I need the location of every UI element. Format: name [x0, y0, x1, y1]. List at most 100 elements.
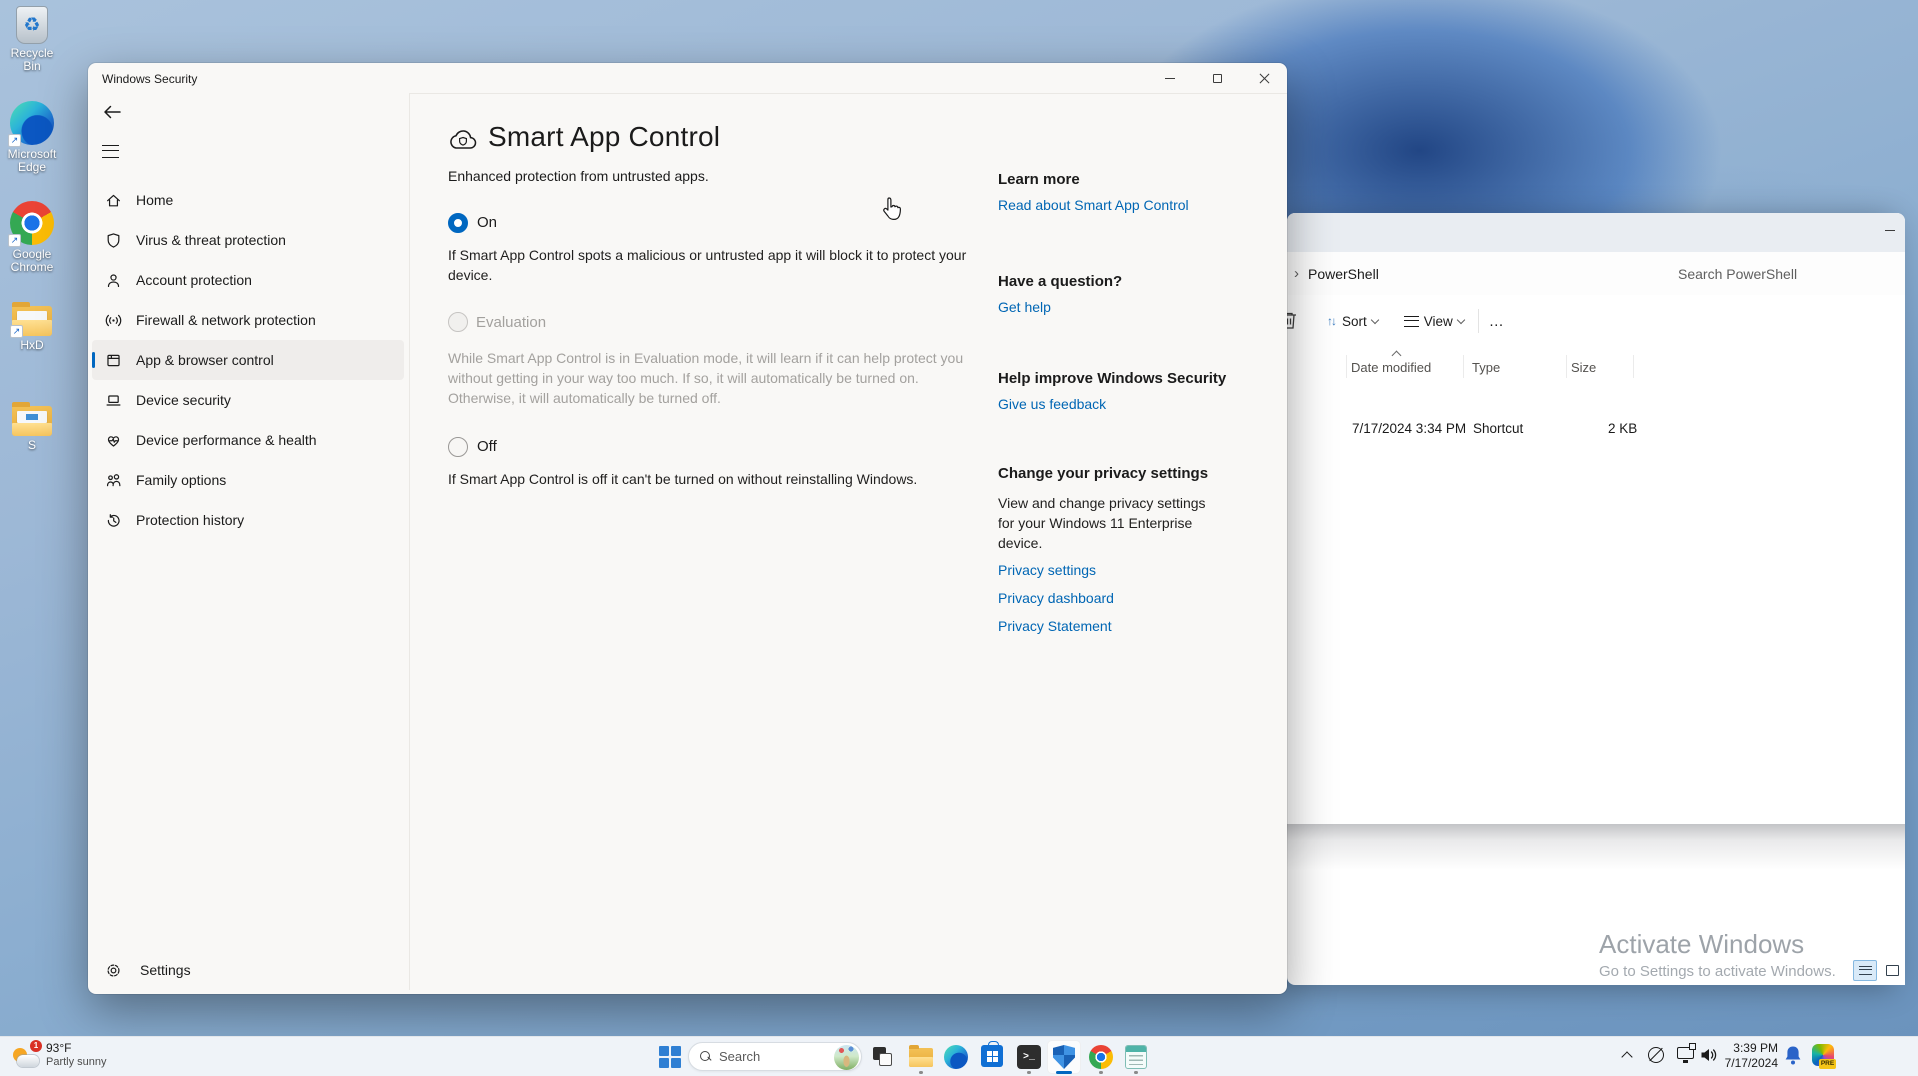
sidebar-item-family-options[interactable]: Family options: [92, 460, 404, 500]
terminal-icon: >_: [1023, 1052, 1035, 1063]
windows-security-window: Windows Security Home Virus & threat pro…: [88, 63, 1287, 994]
column-header-type[interactable]: Type: [1472, 360, 1500, 375]
edge-button[interactable]: [944, 1045, 968, 1069]
close-button[interactable]: [1241, 63, 1287, 93]
view-lines-icon: [1404, 316, 1419, 327]
file-row[interactable]: 7/17/2024 3:34 PM Shortcut 2 KB: [1287, 416, 1905, 446]
shield-icon: [105, 232, 122, 249]
taskbar-search-box[interactable]: Search: [688, 1042, 862, 1071]
notes-app-button[interactable]: [1125, 1045, 1147, 1069]
volume-icon[interactable]: [1700, 1047, 1718, 1063]
running-indicator: [1027, 1071, 1031, 1074]
ethernet-display-icon[interactable]: [1677, 1047, 1694, 1059]
menu-button[interactable]: [102, 145, 119, 158]
folder-icon: [909, 1048, 933, 1067]
file-size: 2 KB: [1608, 421, 1637, 436]
back-button[interactable]: [100, 101, 124, 123]
details-view-icon: [1859, 966, 1872, 975]
privacy-dashboard-link[interactable]: Privacy dashboard: [998, 590, 1114, 606]
maximize-button[interactable]: [1194, 63, 1240, 93]
desktop-icon-recycle-bin[interactable]: ♻ Recycle Bin: [2, 6, 62, 73]
smart-app-control-cloud-icon: [448, 129, 478, 151]
desktop-icon-hxd[interactable]: ↗ HxD: [2, 306, 62, 352]
explorer-titlebar[interactable]: [1287, 213, 1905, 252]
privacy-settings-link[interactable]: Privacy settings: [998, 562, 1096, 578]
close-icon: [1259, 73, 1270, 84]
explorer-toolbar: ↑↓ Sort View …: [1287, 295, 1905, 347]
icons-view-icon: [1886, 965, 1899, 976]
notification-badge: 1: [30, 1040, 42, 1052]
explorer-search-input[interactable]: Search PowerShell: [1678, 266, 1797, 282]
activate-windows-watermark: Activate Windows: [1599, 929, 1804, 960]
radio-on-label[interactable]: On: [477, 214, 497, 231]
desktop-icon-google-chrome[interactable]: ↗ Google Chrome: [2, 201, 62, 274]
chrome-button[interactable]: [1089, 1045, 1113, 1069]
off-description: If Smart App Control is off it can't be …: [448, 469, 968, 489]
breadcrumb[interactable]: PowerShell: [1308, 266, 1379, 282]
file-explorer-window: › PowerShell Search PowerShell ↑↓ Sort V…: [1287, 213, 1905, 985]
windows-security-button[interactable]: [1047, 1040, 1081, 1074]
store-icon: [981, 1045, 1003, 1067]
chevron-down-icon: [1457, 315, 1465, 323]
sort-label: Sort: [1342, 314, 1367, 329]
read-about-link[interactable]: Read about Smart App Control: [998, 197, 1189, 213]
details-view-button[interactable]: [1853, 960, 1877, 981]
search-placeholder: Search: [719, 1049, 760, 1064]
no-internet-icon[interactable]: [1648, 1047, 1664, 1063]
column-header-size[interactable]: Size: [1571, 360, 1596, 375]
radio-off-label[interactable]: Off: [477, 438, 497, 455]
health-heart-icon: [105, 432, 122, 449]
shortcut-arrow-icon: ↗: [8, 234, 21, 247]
sidebar-item-device-security[interactable]: Device security: [92, 380, 404, 420]
desktop: ♻ Recycle Bin ↗ Microsoft Edge ↗ Google …: [0, 0, 1918, 1076]
weather-condition[interactable]: Partly sunny: [46, 1056, 107, 1068]
minimize-button[interactable]: [1147, 63, 1193, 93]
taskbar: 1 93°F Partly sunny Search >_: [0, 1036, 1918, 1076]
view-button[interactable]: View: [1404, 314, 1464, 329]
delete-icon[interactable]: [1287, 311, 1298, 330]
privacy-statement-link[interactable]: Privacy Statement: [998, 618, 1112, 634]
breadcrumb-chevron-icon: ›: [1294, 265, 1299, 282]
notification-bell-icon[interactable]: [1784, 1045, 1802, 1067]
clock[interactable]: 3:39 PM 7/17/2024: [1720, 1041, 1778, 1071]
running-indicator: [1134, 1071, 1138, 1074]
radio-evaluation-label: Evaluation: [476, 314, 546, 331]
desktop-icon-microsoft-edge[interactable]: ↗ Microsoft Edge: [2, 101, 62, 174]
page-subtitle: Enhanced protection from untrusted apps.: [448, 168, 709, 184]
desktop-icon-s[interactable]: S: [2, 406, 62, 452]
feedback-link[interactable]: Give us feedback: [998, 396, 1106, 412]
file-explorer-button[interactable]: [909, 1048, 933, 1067]
recycle-bin-icon: ♻: [16, 6, 48, 44]
tray-expand-chevron[interactable]: [1621, 1051, 1632, 1062]
desktop-icon-label: Google Chrome: [2, 248, 62, 274]
chrome-icon: ↗: [10, 201, 54, 245]
column-header-date-modified[interactable]: Date modified: [1351, 360, 1431, 375]
sidebar-item-firewall-network-protection[interactable]: Firewall & network protection: [92, 300, 404, 340]
sort-button[interactable]: ↑↓ Sort: [1327, 314, 1378, 329]
divider: [409, 93, 410, 990]
laptop-icon: [105, 392, 122, 409]
security-shield-icon: [1053, 1045, 1075, 1069]
sidebar-item-app-browser-control[interactable]: App & browser control: [92, 340, 404, 380]
weather-widget[interactable]: 1: [12, 1042, 42, 1072]
sidebar-item-protection-history[interactable]: Protection history: [92, 500, 404, 540]
task-view-button[interactable]: [872, 1045, 896, 1069]
sort-arrows-icon: ↑↓: [1327, 314, 1335, 328]
home-icon: [105, 192, 122, 209]
radio-off[interactable]: [448, 437, 468, 457]
sidebar-item-settings[interactable]: Settings: [92, 950, 404, 990]
sidebar-item-home[interactable]: Home: [92, 180, 404, 220]
icons-view-button[interactable]: [1880, 960, 1904, 981]
minimize-icon[interactable]: [1885, 230, 1895, 231]
radio-on[interactable]: [448, 213, 468, 233]
terminal-button[interactable]: >_: [1017, 1045, 1041, 1069]
explorer-address-bar[interactable]: › PowerShell Search PowerShell: [1287, 252, 1905, 295]
sidebar-item-virus-threat-protection[interactable]: Virus & threat protection: [92, 220, 404, 260]
sidebar-item-device-performance-health[interactable]: Device performance & health: [92, 420, 404, 460]
get-help-link[interactable]: Get help: [998, 299, 1051, 315]
weather-temperature[interactable]: 93°F: [46, 1041, 71, 1055]
more-options-button[interactable]: …: [1489, 313, 1505, 330]
sidebar-item-account-protection[interactable]: Account protection: [92, 260, 404, 300]
start-button[interactable]: [659, 1046, 681, 1068]
microsoft-store-button[interactable]: [981, 1043, 1003, 1067]
